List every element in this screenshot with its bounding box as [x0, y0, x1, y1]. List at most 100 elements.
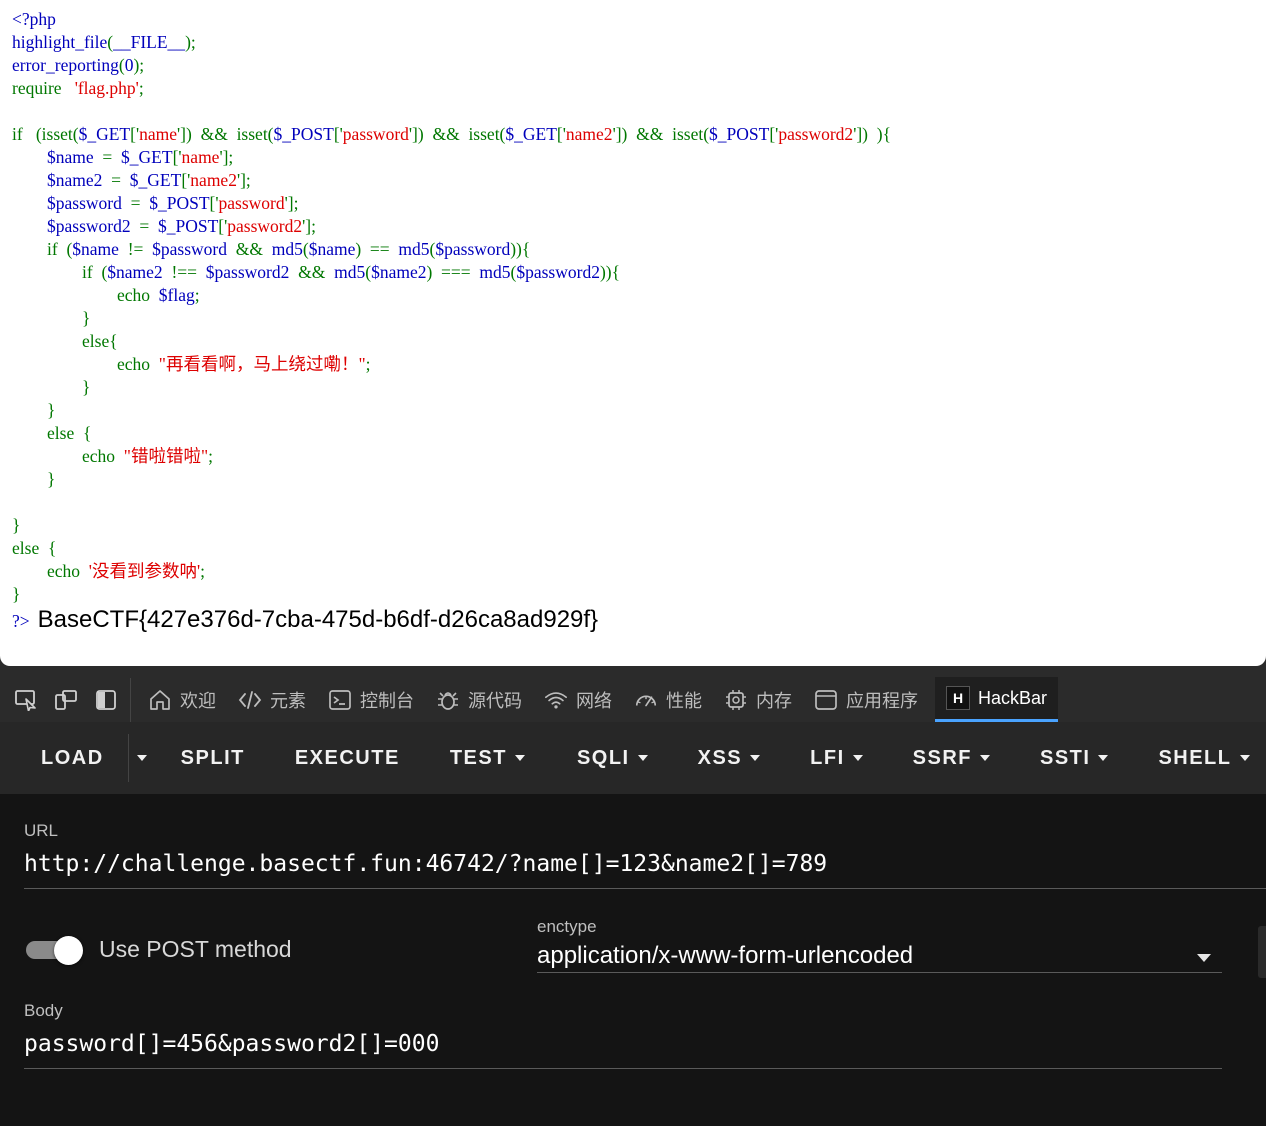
code-token: ']) && isset( — [408, 124, 506, 144]
post-method-toggle[interactable] — [26, 936, 84, 965]
code-token: } — [12, 515, 21, 535]
code-token: [' — [769, 124, 779, 144]
tab-console[interactable]: 控制台 — [317, 677, 425, 722]
code-token: $flag — [158, 285, 195, 305]
toolbar-divider — [130, 677, 131, 722]
lfi-menu-button[interactable]: LFI — [810, 722, 863, 794]
inspect-element-icon[interactable] — [6, 677, 46, 722]
code-token: && — [289, 262, 335, 282]
chevron-down-icon — [1098, 755, 1109, 761]
code-token: password2 — [227, 216, 303, 236]
enctype-underline — [537, 972, 1222, 973]
execute-label: EXECUTE — [294, 746, 400, 769]
ssrf-menu-button[interactable]: SSRF — [913, 722, 990, 794]
code-token: name2 — [190, 170, 237, 190]
split-label: SPLIT — [180, 746, 245, 769]
body-input[interactable]: password[]=456&password2[]=000 — [24, 1031, 439, 1057]
tab-label: HackBar — [978, 687, 1048, 708]
code-token: = — [130, 216, 158, 236]
sqli-menu-button[interactable]: SQLI — [577, 722, 648, 794]
code-token: md5 — [398, 239, 430, 259]
code-token: [' — [181, 170, 191, 190]
code-token: } — [12, 308, 91, 328]
url-label: URL — [24, 821, 59, 840]
flag-output: BaseCTF{427e376d-7cba-475d-b6df-d26ca8ad… — [37, 606, 599, 633]
code-token: $name2 — [371, 262, 427, 282]
xss-menu-button[interactable]: XSS — [698, 722, 761, 794]
code-tag-icon — [238, 688, 262, 712]
code-line: $password = $_POST['password']; — [12, 193, 298, 213]
chevron-down-icon — [136, 755, 147, 761]
code-token: } — [12, 584, 21, 604]
chevron-down-icon — [637, 755, 648, 761]
load-button[interactable]: LOAD — [41, 722, 104, 794]
code-token: password — [218, 193, 285, 213]
url-input[interactable]: http://challenge.basectf.fun:46742/?name… — [24, 851, 827, 877]
device-emulation-icon[interactable] — [46, 677, 86, 722]
code-token: $password — [47, 193, 122, 213]
tab-elements[interactable]: 元素 — [227, 677, 317, 722]
xss-label: XSS — [697, 746, 743, 769]
code-token: $_POST — [709, 124, 770, 144]
tab-label: 应用程序 — [846, 690, 918, 711]
execute-button[interactable]: EXECUTE — [295, 722, 400, 794]
tab-hackbar[interactable]: H HackBar — [935, 677, 1059, 722]
tab-welcome[interactable]: 欢迎 — [137, 677, 227, 722]
code-token: [' — [218, 216, 228, 236]
code-token: != — [118, 239, 153, 259]
code-token: __FILE__ — [113, 32, 186, 52]
toggle-knob — [54, 936, 83, 965]
wifi-icon — [544, 688, 568, 712]
code-token: md5 — [334, 262, 366, 282]
code-token: )){ — [599, 262, 621, 282]
chevron-down-icon[interactable] — [1197, 954, 1211, 962]
tab-memory[interactable]: 内存 — [713, 677, 803, 722]
code-token: } — [12, 469, 56, 489]
code-token: else { — [12, 423, 92, 443]
load-label: LOAD — [41, 746, 104, 769]
chevron-down-icon — [852, 755, 863, 761]
code-token: ; — [194, 285, 200, 305]
ssti-menu-button[interactable]: SSTI — [1040, 722, 1109, 794]
code-token: ']; — [302, 216, 316, 236]
chevron-down-icon — [1239, 755, 1250, 761]
code-token: md5 — [271, 239, 303, 259]
php-open-tag: <?php — [12, 9, 56, 29]
devtools-tab-bar: 欢迎 元素 控制台 源代码 网络 性能 内存 应用程序 H HackBar — [0, 677, 1266, 722]
tab-network[interactable]: 网络 — [533, 677, 623, 722]
code-token: $_POST — [273, 124, 334, 144]
code-line: } — [12, 400, 55, 420]
code-token: $_GET — [121, 147, 173, 167]
enctype-select[interactable]: application/x-www-form-urlencoded — [537, 942, 913, 970]
code-token: $_GET — [129, 170, 182, 190]
code-token: echo — [12, 561, 89, 581]
code-token: require — [12, 78, 66, 98]
test-menu-button[interactable]: TEST — [450, 722, 525, 794]
code-token: ']) && isset( — [612, 124, 710, 144]
code-token: $_POST — [149, 193, 210, 213]
tab-label: 欢迎 — [180, 690, 216, 711]
tab-application[interactable]: 应用程序 — [803, 677, 929, 722]
code-token: $_GET — [505, 124, 557, 144]
tab-performance[interactable]: 性能 — [623, 677, 713, 722]
split-button[interactable]: SPLIT — [181, 722, 245, 794]
shell-menu-button[interactable]: SHELL — [1158, 722, 1250, 794]
toggle-sidebar-icon[interactable] — [86, 677, 126, 722]
enctype-label: enctype — [537, 917, 597, 936]
code-token: highlight_file — [12, 32, 108, 52]
code-token: )){ — [510, 239, 531, 259]
chevron-down-icon — [979, 755, 990, 761]
tab-sources[interactable]: 源代码 — [425, 677, 533, 722]
code-line: echo $flag; — [12, 285, 200, 305]
chevron-down-icon — [750, 755, 761, 761]
code-token: = — [93, 147, 122, 167]
load-dropdown-button[interactable] — [136, 722, 147, 794]
home-icon — [148, 688, 172, 712]
php-close-tag: ?> — [12, 611, 30, 631]
scrollbar[interactable] — [1258, 926, 1266, 978]
code-line: else{ — [12, 331, 118, 351]
code-line: } — [12, 584, 20, 604]
code-token: name — [139, 124, 178, 144]
code-token: [' — [130, 124, 140, 144]
